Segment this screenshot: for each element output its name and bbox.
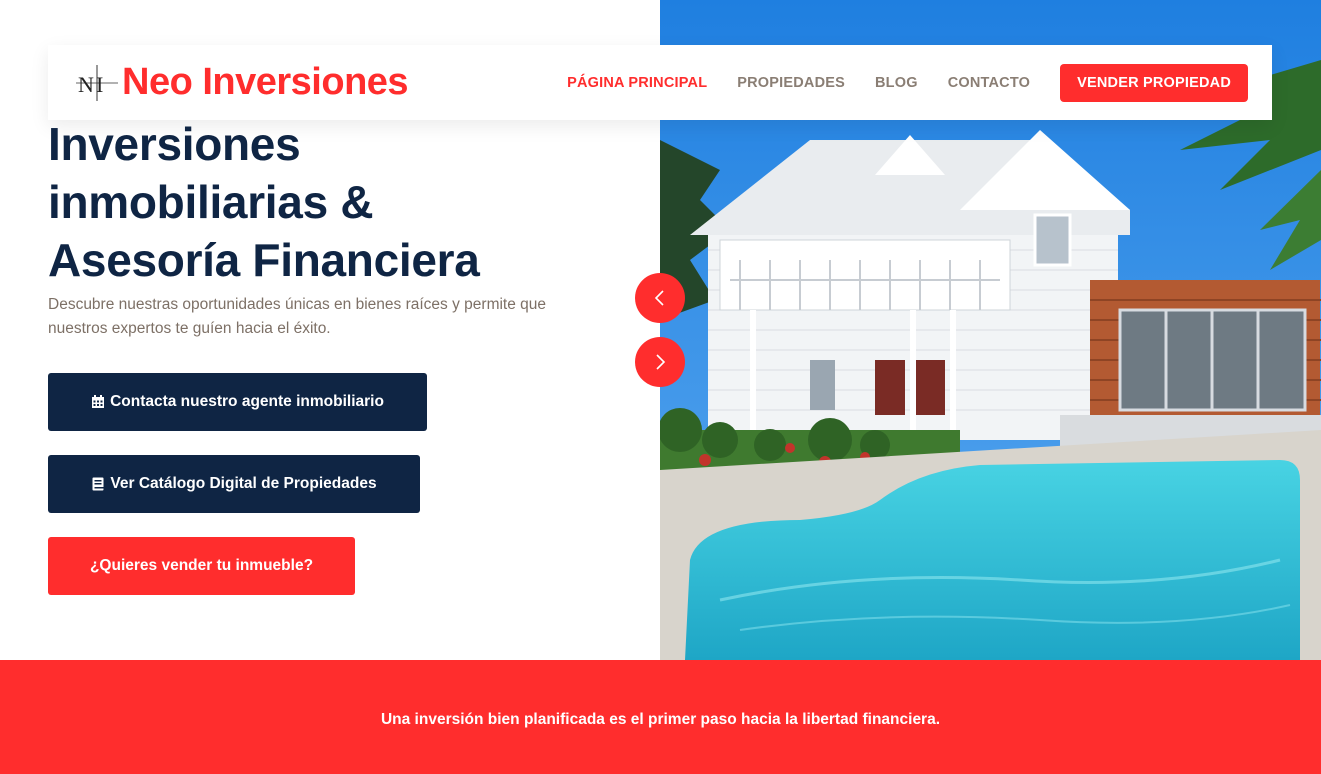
sell-home-button[interactable]: ¿Quieres vender tu inmueble?	[48, 537, 355, 595]
nav-link-blog[interactable]: BLOG	[875, 75, 918, 91]
site-header: N I Neo Inversiones PÁGINA PRINCIPAL PRO…	[48, 45, 1272, 120]
brand-monogram-icon: N I	[76, 64, 118, 101]
sell-property-button[interactable]: VENDER PROPIEDAD	[1060, 63, 1248, 102]
view-catalog-label: Ver Catálogo Digital de Propiedades	[110, 475, 377, 492]
main-nav: PÁGINA PRINCIPAL PROPIEDADES BLOG CONTAC…	[537, 63, 1248, 102]
sell-home-label: ¿Quieres vender tu inmueble?	[89, 557, 314, 574]
chevron-left-icon	[654, 290, 664, 306]
quote-banner: Una inversión bien planificada es el pri…	[0, 660, 1321, 774]
slider-prev-button[interactable]	[635, 273, 685, 323]
contact-agent-label: Contacta nuestro agente inmobiliario	[110, 393, 384, 410]
nav-link-properties[interactable]: PROPIEDADES	[737, 75, 845, 91]
brand-name: Neo Inversiones	[122, 61, 409, 103]
hero-subtitle: Descubre nuestras oportunidades únicas e…	[48, 296, 547, 337]
nav-link-contact[interactable]: CONTACTO	[948, 75, 1030, 91]
chevron-right-icon	[656, 354, 666, 370]
hero-title: Inversiones inmobiliarias & Asesoría Fin…	[48, 115, 628, 289]
view-catalog-button[interactable]: Ver Catálogo Digital de Propiedades	[48, 455, 420, 513]
svg-text:I: I	[96, 72, 103, 97]
hero-title-line-2: inmobiliarias &	[48, 176, 374, 228]
calendar-icon	[92, 395, 105, 408]
book-icon	[92, 477, 104, 491]
contact-agent-button[interactable]: Contacta nuestro agente inmobiliario	[48, 373, 427, 431]
brand-logo-link[interactable]: N I Neo Inversiones	[74, 61, 409, 104]
slider-next-button[interactable]	[635, 337, 685, 387]
hero-title-line-1: Inversiones	[48, 118, 301, 170]
svg-text:N: N	[78, 72, 94, 97]
hero-title-line-3: Asesoría Financiera	[48, 234, 480, 286]
nav-link-home[interactable]: PÁGINA PRINCIPAL	[567, 75, 707, 91]
banner-quote: Una inversión bien planificada es el pri…	[380, 711, 941, 728]
